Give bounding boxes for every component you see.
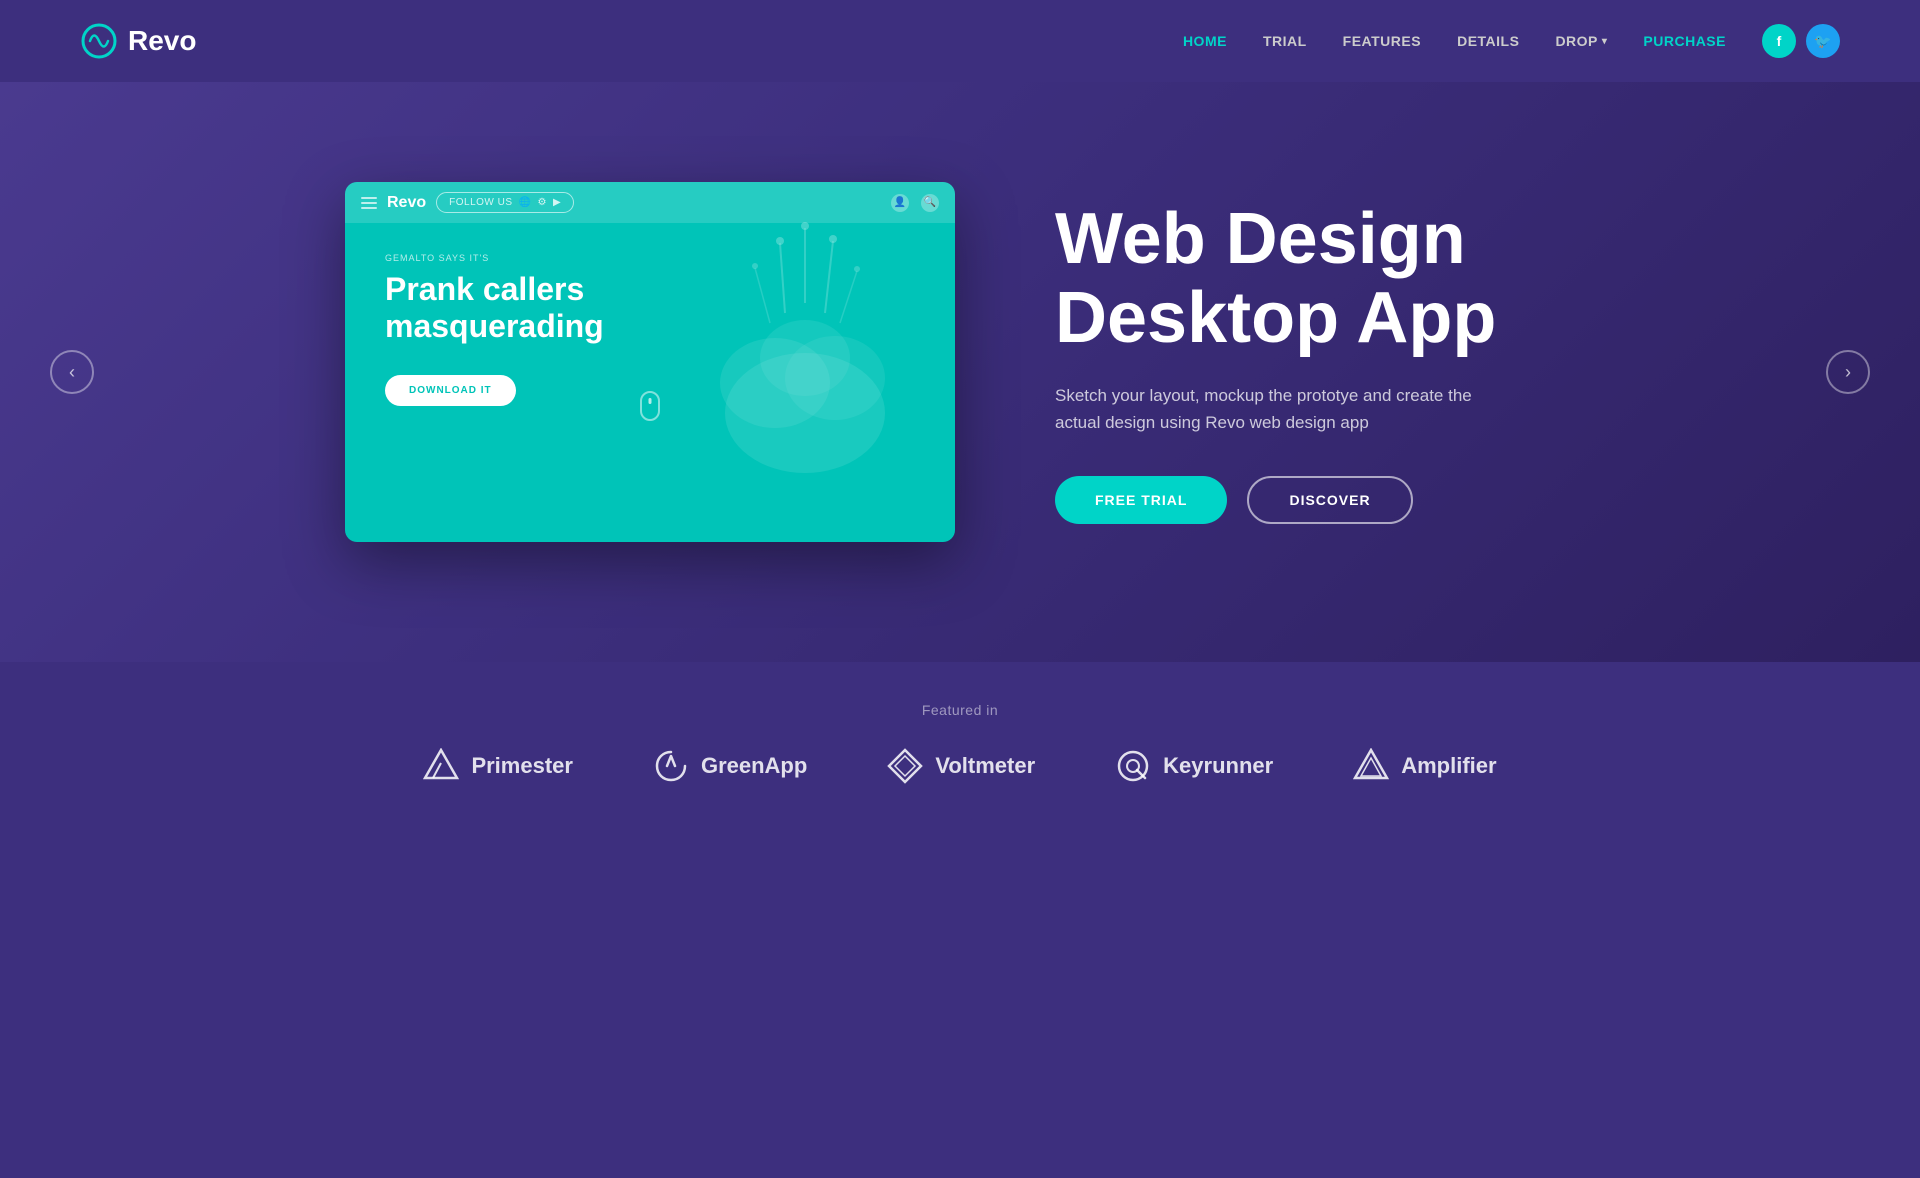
keyrunner-icon	[1115, 748, 1151, 784]
free-trial-button[interactable]: FREE TRIAL	[1055, 476, 1227, 524]
globe-icon: 🌐	[519, 197, 532, 208]
nav-purchase[interactable]: PURCHASE	[1643, 33, 1726, 49]
brand-voltmeter: Voltmeter	[887, 748, 1035, 784]
social-icons: f 🐦	[1762, 24, 1840, 58]
preview-mouse-icon	[640, 391, 660, 421]
nav-features[interactable]: FEATURES	[1343, 33, 1421, 49]
preview-logo: Revo	[387, 194, 426, 212]
youtube-icon: ▶	[553, 197, 561, 208]
preview-bar-right: 👤 🔍	[891, 194, 939, 212]
hero-section: ‹ Revo FOLLOW US 🌐 ⚙ ▶	[0, 82, 1920, 662]
facebook-button[interactable]: f	[1762, 24, 1796, 58]
nav-home[interactable]: HOME	[1183, 33, 1227, 49]
preview-menu-icon	[361, 197, 377, 209]
featured-label: Featured in	[80, 702, 1840, 718]
hero-subtitle: Sketch your layout, mockup the prototye …	[1055, 382, 1475, 436]
main-nav: HOME TRIAL FEATURES DETAILS DROP ▾ PURCH…	[1183, 24, 1840, 58]
chevron-right-icon: ›	[1845, 362, 1851, 383]
brand-greenapp: GreenApp	[653, 748, 807, 784]
logo-text: Revo	[128, 25, 196, 57]
brand-voltmeter-name: Voltmeter	[935, 753, 1035, 779]
logo-area: Revo	[80, 22, 196, 60]
primester-icon	[423, 748, 459, 784]
brand-amplifier-name: Amplifier	[1401, 753, 1496, 779]
nav-trial[interactable]: TRIAL	[1263, 33, 1307, 49]
facebook-icon: f	[1777, 33, 1782, 49]
preview-3d-shape	[695, 213, 915, 493]
nav-details[interactable]: DETAILS	[1457, 33, 1519, 49]
brand-greenapp-name: GreenApp	[701, 753, 807, 779]
preview-follow-btn[interactable]: FOLLOW US 🌐 ⚙ ▶	[436, 192, 574, 213]
discover-button[interactable]: DISCOVER	[1247, 476, 1412, 524]
logo-icon	[80, 22, 118, 60]
preview-search-icon: 🔍	[921, 194, 939, 212]
preview-content: GEMALTO SAYS IT'S Prank callers masquera…	[345, 223, 955, 436]
app-preview: Revo FOLLOW US 🌐 ⚙ ▶ 👤 🔍	[345, 182, 955, 542]
greenapp-icon	[653, 748, 689, 784]
brand-primester: Primester	[423, 748, 573, 784]
hero-buttons: FREE TRIAL DISCOVER	[1055, 476, 1575, 524]
nav-drop[interactable]: DROP ▾	[1555, 33, 1607, 49]
app-preview-container: Revo FOLLOW US 🌐 ⚙ ▶ 👤 🔍	[345, 182, 955, 542]
chevron-left-icon: ‹	[69, 362, 75, 383]
carousel-next-button[interactable]: ›	[1826, 350, 1870, 394]
chevron-down-icon: ▾	[1602, 36, 1608, 47]
featured-section: Featured in Primester GreenApp	[0, 662, 1920, 844]
brand-keyrunner-name: Keyrunner	[1163, 753, 1273, 779]
brand-primester-name: Primester	[471, 753, 573, 779]
carousel-prev-button[interactable]: ‹	[50, 350, 94, 394]
hero-text: Web Design Desktop App Sketch your layou…	[1055, 200, 1575, 525]
preview-download-button[interactable]: DOWNLOAD IT	[385, 375, 516, 406]
voltmeter-icon	[887, 748, 923, 784]
preview-user-icon: 👤	[891, 194, 909, 212]
featured-logos: Primester GreenApp Voltmeter	[80, 748, 1840, 784]
twitter-icon: 🐦	[1814, 33, 1831, 50]
brand-amplifier: Amplifier	[1353, 748, 1496, 784]
header: Revo HOME TRIAL FEATURES DETAILS DROP ▾ …	[0, 0, 1920, 82]
github-icon: ⚙	[537, 197, 546, 208]
preview-bar-left: Revo FOLLOW US 🌐 ⚙ ▶	[361, 192, 574, 213]
amplifier-icon	[1353, 748, 1389, 784]
brand-keyrunner: Keyrunner	[1115, 748, 1273, 784]
twitter-button[interactable]: 🐦	[1806, 24, 1840, 58]
hero-title: Web Design Desktop App	[1055, 200, 1575, 358]
